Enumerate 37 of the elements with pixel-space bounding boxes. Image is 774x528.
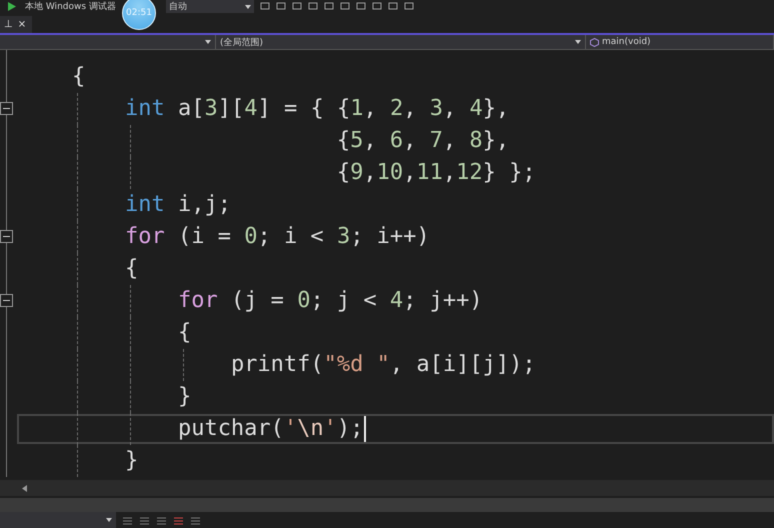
collapse-icon[interactable] bbox=[0, 102, 13, 115]
toolbar-icon[interactable] bbox=[139, 515, 150, 525]
horizontal-scrollbar[interactable] bbox=[0, 477, 774, 496]
code-line: for (j = 0; j < 4; j++) bbox=[178, 287, 483, 315]
code-line: } bbox=[124, 447, 138, 475]
cube-icon bbox=[590, 38, 599, 46]
pin-button[interactable]: ⊥ bbox=[4, 19, 13, 30]
toolbar-icon[interactable] bbox=[122, 515, 133, 525]
collapse-icon[interactable] bbox=[0, 230, 13, 243]
scroll-left-icon[interactable] bbox=[22, 484, 27, 492]
code-line: } bbox=[178, 383, 192, 411]
code-line: int a[3][4] = { {1, 2, 3, 4}, bbox=[124, 95, 510, 123]
play-icon[interactable] bbox=[8, 2, 16, 11]
toolbar-icon[interactable] bbox=[156, 515, 167, 525]
timer-badge: 02:51 bbox=[122, 0, 156, 30]
caret-icon bbox=[205, 40, 211, 44]
close-button[interactable]: × bbox=[18, 19, 26, 30]
code-line: putchar('\n'); bbox=[178, 415, 364, 443]
debugger-dropdown[interactable]: 本地 Windows 调试器 bbox=[22, 0, 120, 13]
function-dropdown[interactable]: main(void) bbox=[586, 35, 774, 49]
toolbar-icon[interactable] bbox=[190, 515, 201, 525]
collapse-icon[interactable] bbox=[0, 294, 13, 307]
toolbar-icon[interactable] bbox=[173, 515, 184, 525]
code-line: {9,10,11,12} }; bbox=[336, 159, 536, 187]
code-line: { bbox=[124, 255, 138, 283]
code-line: {5, 6, 7, 8}, bbox=[336, 127, 510, 155]
code-line: { bbox=[72, 63, 86, 91]
code-line: { bbox=[178, 319, 192, 347]
code-line: printf("%d ", a[i][j]); bbox=[230, 351, 536, 379]
scope-dropdown[interactable]: (全局范围) bbox=[216, 35, 586, 49]
caret-icon bbox=[106, 518, 112, 522]
caret-icon bbox=[245, 4, 251, 8]
caret-icon bbox=[575, 40, 581, 44]
code-line: for (i = 0; i < 3; i++) bbox=[124, 223, 430, 251]
text-cursor bbox=[364, 416, 366, 442]
code-line: int i,j; bbox=[124, 191, 231, 219]
config-dropdown[interactable]: 自动 bbox=[166, 0, 254, 13]
